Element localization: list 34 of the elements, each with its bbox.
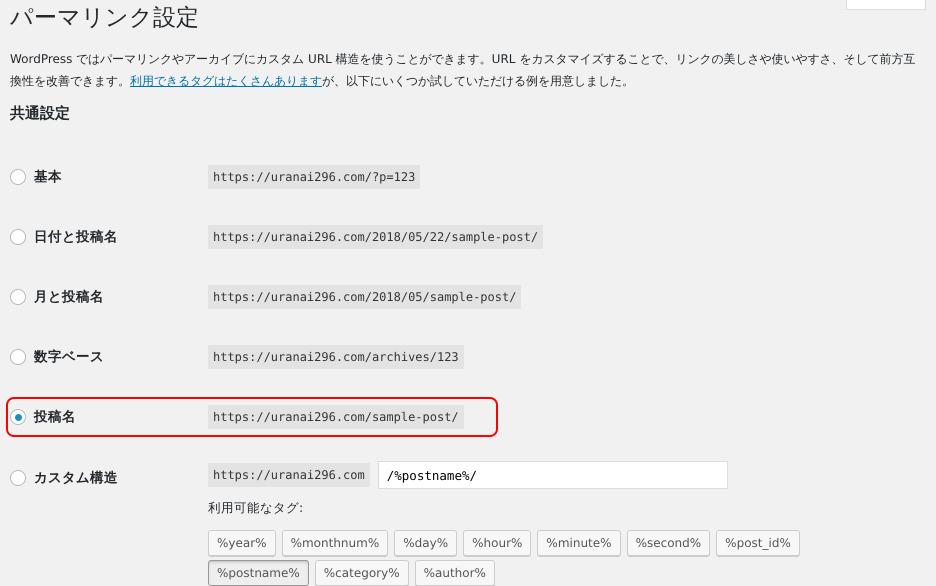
base-url: https://uranai296.com xyxy=(208,463,370,487)
radio-button[interactable] xyxy=(10,349,26,365)
tag-button[interactable]: %hour% xyxy=(463,530,532,556)
tags-link[interactable]: 利用できるタグはたくさんあります xyxy=(130,74,322,88)
option-label: 投稿名 xyxy=(34,408,76,427)
radio-button[interactable] xyxy=(10,409,26,425)
option-label: カスタム構造 xyxy=(34,469,118,488)
radio-button[interactable] xyxy=(10,229,26,245)
section-heading: 共通設定 xyxy=(10,103,71,124)
tag-button[interactable]: %day% xyxy=(394,530,458,556)
tag-button[interactable]: %monthnum% xyxy=(282,530,388,556)
page-title: パーマリンク設定 xyxy=(10,4,199,33)
option-label: 基本 xyxy=(34,168,62,187)
intro-paragraph: WordPress ではパーマリンクやアーカイブにカスタム URL 構造を使うことができます。URL をカスタマイズすることで、リンクの美しさや使いやすさ、そして前方互換性を改善できます。利用できるタグはたくさんありますが、以下にいくつか試していただける例を用意しました。 xyxy=(10,51,916,90)
option-label: 日付と投稿名 xyxy=(34,228,118,247)
radio-button[interactable] xyxy=(10,169,26,185)
tag-button[interactable]: %second% xyxy=(626,530,710,556)
tag-button[interactable]: %category% xyxy=(314,560,409,586)
option-label: 数字ベース xyxy=(34,348,104,367)
example-url: https://uranai296.com/sample-post/ xyxy=(208,405,464,429)
example-url: https://uranai296.com/?p=123 xyxy=(208,165,420,189)
tag-button[interactable]: %postname% xyxy=(208,560,309,586)
radio-button[interactable] xyxy=(10,470,26,486)
tags-label: 利用可能なタグ: xyxy=(208,499,304,517)
example-url: https://uranai296.com/2018/05/22/sample-post/ xyxy=(208,225,544,249)
example-url: https://uranai296.com/archives/123 xyxy=(208,345,464,369)
tag-button[interactable]: %author% xyxy=(414,560,495,586)
radio-button[interactable] xyxy=(10,289,26,305)
structure-field[interactable]: /%postname%/ xyxy=(378,461,728,489)
tag-button[interactable]: %year% xyxy=(208,530,276,556)
tag-button[interactable]: %post_id% xyxy=(716,530,800,556)
example-url: https://uranai296.com/2018/05/sample-post/ xyxy=(208,285,522,309)
option-label: 月と投稿名 xyxy=(34,288,104,307)
tag-button[interactable]: %minute% xyxy=(537,530,621,556)
